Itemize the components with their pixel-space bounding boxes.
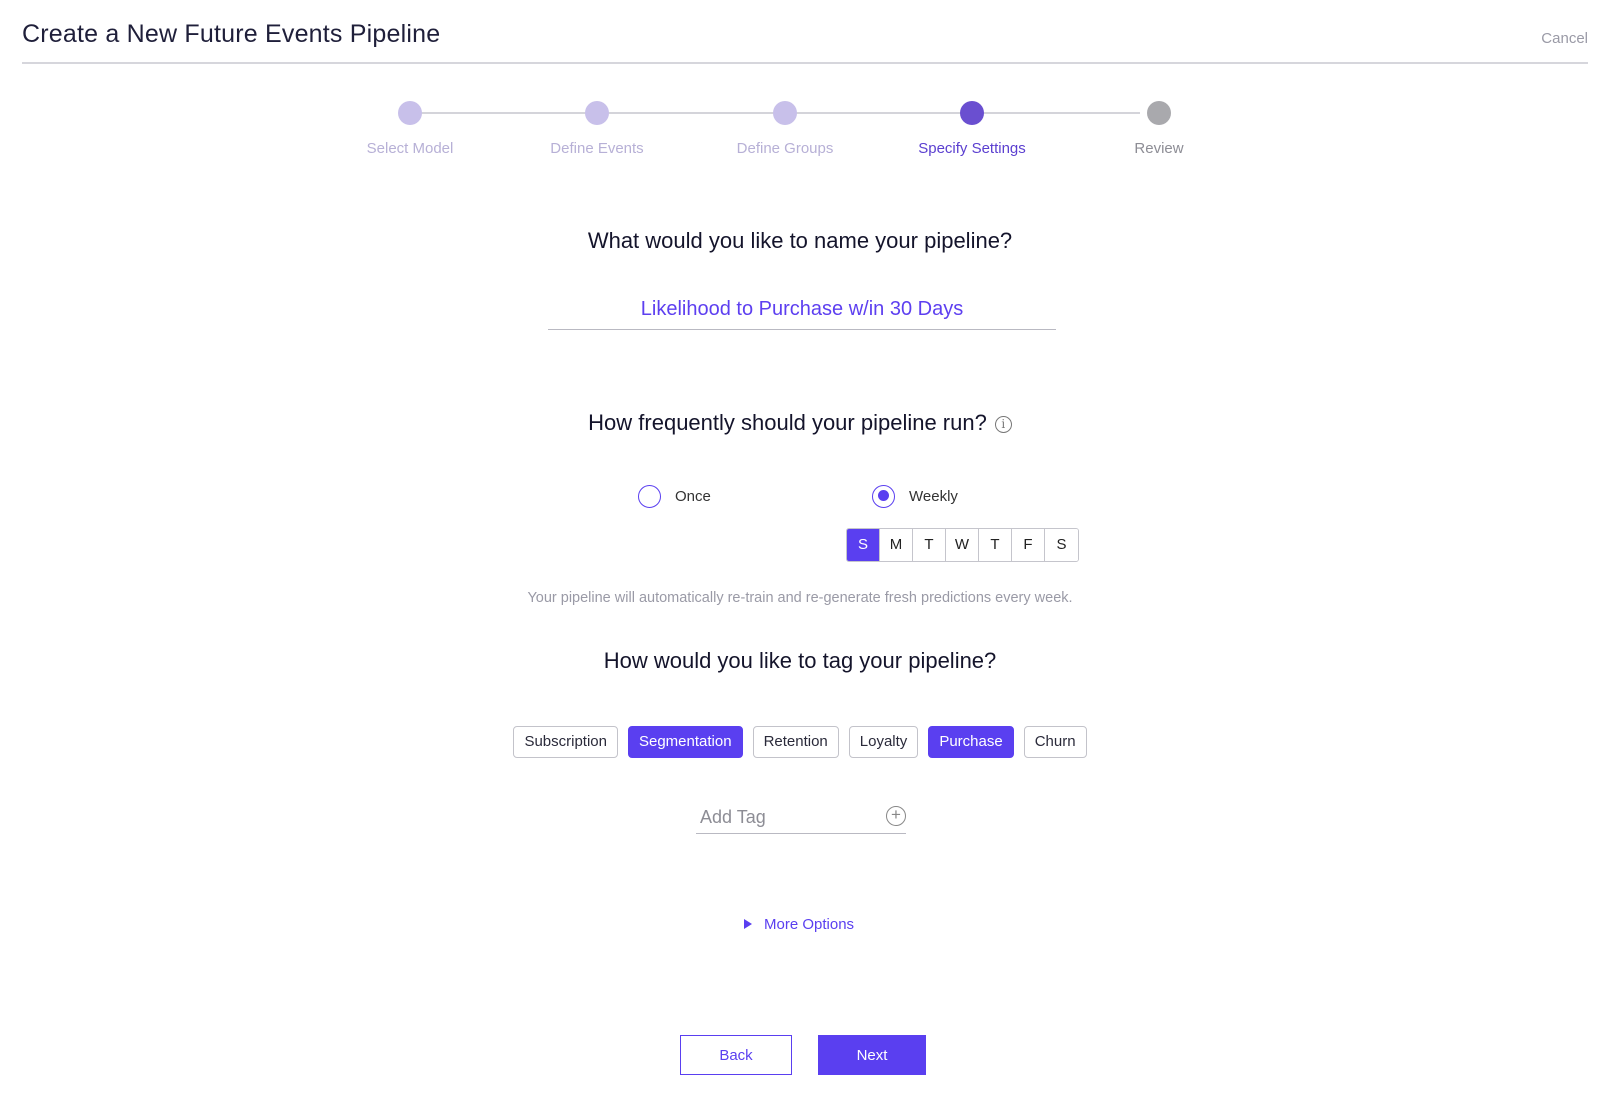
tag-list: Subscription Segmentation Retention Loya… — [0, 726, 1600, 758]
step-review[interactable]: Review — [1071, 96, 1247, 157]
name-question: What would you like to name your pipelin… — [587, 228, 1013, 253]
frequency-weekly-option[interactable]: Weekly — [872, 484, 958, 508]
step-select-model[interactable]: Select Model — [322, 96, 498, 157]
radio-once-label: Once — [675, 487, 711, 505]
step-label: Define Events — [550, 140, 644, 157]
step-label: Review — [1134, 140, 1184, 157]
weekday-selector: S M T W T F S — [846, 528, 1079, 562]
page-header: Create a New Future Events Pipeline Canc… — [22, 0, 1588, 64]
more-options-toggle[interactable]: More Options — [744, 914, 854, 934]
step-label: Specify Settings — [918, 140, 1026, 157]
tag-churn[interactable]: Churn — [1023, 726, 1087, 758]
day-tuesday[interactable]: T — [913, 529, 946, 561]
add-tag-input[interactable] — [700, 802, 870, 832]
tag-subscription[interactable]: Subscription — [513, 726, 618, 758]
step-specify-settings[interactable]: Specify Settings — [884, 96, 1060, 157]
page-title: Create a New Future Events Pipeline — [22, 20, 441, 48]
tag-loyalty[interactable]: Loyalty — [848, 726, 919, 758]
step-dot — [585, 101, 609, 125]
day-friday[interactable]: F — [1012, 529, 1045, 561]
day-thursday[interactable]: T — [979, 529, 1012, 561]
frequency-once-option[interactable]: Once — [638, 484, 711, 508]
info-icon[interactable]: i — [994, 416, 1012, 433]
add-tag-field: + — [696, 800, 906, 834]
radio-weekly[interactable] — [872, 484, 895, 508]
tag-purchase[interactable]: Purchase — [928, 726, 1014, 758]
step-define-events[interactable]: Define Events — [509, 96, 685, 157]
plus-circle-icon[interactable]: + — [886, 806, 906, 826]
step-define-groups[interactable]: Define Groups — [697, 96, 873, 157]
frequency-hint: Your pipeline will automatically re-trai… — [527, 590, 1073, 606]
day-saturday[interactable]: S — [1045, 529, 1078, 561]
pipeline-name-input[interactable] — [548, 290, 1056, 330]
tag-retention[interactable]: Retention — [752, 726, 839, 758]
frequency-question-text: How frequently should your pipeline run? — [588, 410, 987, 435]
caret-right-icon — [744, 919, 752, 929]
radio-weekly-label: Weekly — [909, 487, 958, 505]
step-dot — [1147, 101, 1171, 125]
tag-segmentation[interactable]: Segmentation — [627, 726, 743, 758]
frequency-question: How frequently should your pipeline run?… — [0, 410, 1600, 436]
back-button[interactable]: Back — [680, 1035, 792, 1075]
day-sunday[interactable]: S — [847, 529, 880, 561]
step-dot — [960, 101, 984, 125]
step-label: Select Model — [366, 140, 454, 157]
more-options-label: More Options — [764, 915, 855, 933]
day-monday[interactable]: M — [880, 529, 913, 561]
tags-question: How would you like to tag your pipeline? — [603, 648, 997, 673]
step-label: Define Groups — [736, 140, 834, 157]
progress-stepper: Select Model Define Events Define Groups… — [340, 96, 1220, 166]
next-button[interactable]: Next — [818, 1035, 926, 1075]
step-dot — [398, 101, 422, 125]
cancel-link[interactable]: Cancel — [1541, 30, 1588, 47]
radio-once[interactable] — [638, 484, 661, 508]
step-dot — [773, 101, 797, 125]
day-wednesday[interactable]: W — [946, 529, 979, 561]
